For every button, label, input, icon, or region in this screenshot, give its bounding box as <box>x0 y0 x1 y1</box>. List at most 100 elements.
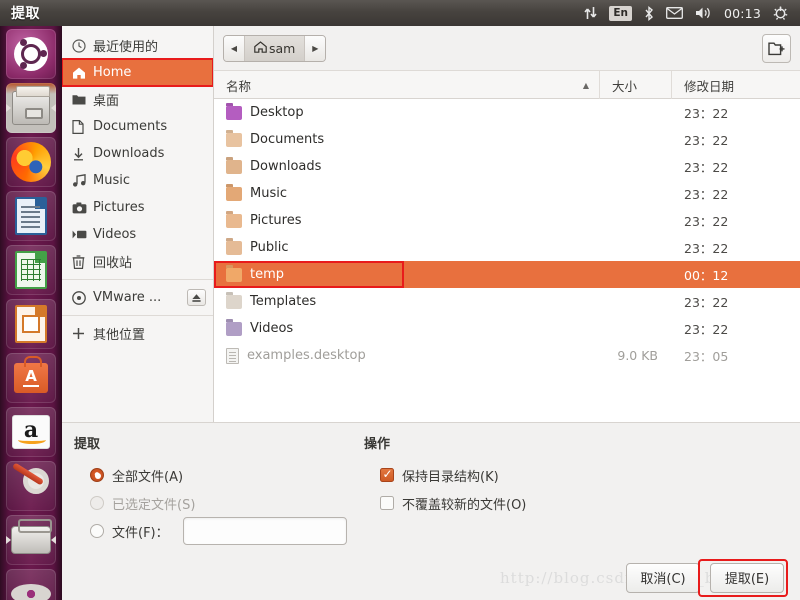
files-pattern-input[interactable] <box>182 517 347 545</box>
cancel-button[interactable]: 取消(C) <box>626 562 700 593</box>
checkbox-keep-structure[interactable]: 保持目录结构(K) <box>364 461 800 489</box>
sidebar-label: Videos <box>93 227 137 242</box>
folder-icon <box>226 105 242 120</box>
extract-button[interactable]: 提取(E) <box>710 562 784 593</box>
radio-files-pattern-label: 文件(F)： <box>112 525 169 541</box>
options-area: 提取 全部文件(A) 已选定文件(S) 文件(F)： 操作 ✓ 保持目录结构(K… <box>62 422 800 555</box>
file-name-cell: Downloads <box>214 159 600 174</box>
back-button[interactable]: ◀ <box>224 35 245 61</box>
home-icon <box>254 40 267 56</box>
file-name-cell: Videos <box>214 321 600 336</box>
file-name-cell: examples.desktop <box>214 347 600 364</box>
keyboard-layout-indicator[interactable]: En <box>603 0 638 26</box>
software-bag-icon: A <box>14 356 48 393</box>
file-name-cell: Templates <box>214 294 600 309</box>
network-icon[interactable] <box>578 0 603 26</box>
file-row[interactable]: Documents 23：22 <box>214 126 800 153</box>
clock[interactable]: 00:13 <box>718 0 767 26</box>
file-row[interactable]: temp 00：12 <box>214 261 800 288</box>
column-header-name[interactable]: 名称 ▲ <box>214 71 600 99</box>
sidebar-item-documents[interactable]: Documents <box>62 113 213 140</box>
launcher-item-ubuntu-dash[interactable] <box>6 29 56 79</box>
disc-icon <box>11 584 51 600</box>
launcher-item-libreoffice-writer[interactable] <box>6 191 56 241</box>
amazon-icon: a <box>12 415 50 449</box>
disc-icon <box>72 290 93 305</box>
sidebar-item-other-locations[interactable]: 其他位置 <box>62 320 213 347</box>
column-header-size[interactable]: 大小 <box>600 71 672 99</box>
column-headers: 名称 ▲ 大小 修改日期 <box>214 71 800 99</box>
desktop-folder-icon <box>72 93 93 106</box>
radio-selected-files-indicator <box>90 496 104 510</box>
file-date-cell: 23：05 <box>684 349 729 364</box>
sidebar-divider <box>62 315 213 316</box>
file-name-label: examples.desktop <box>247 348 366 363</box>
radio-all-files[interactable]: 全部文件(A) <box>74 461 352 489</box>
sidebar-item-music[interactable]: Music <box>62 167 213 194</box>
sidebar-item-pictures[interactable]: Pictures <box>62 194 213 221</box>
power-gear-icon[interactable] <box>767 0 794 26</box>
forward-button[interactable]: ▶ <box>304 35 326 61</box>
launcher-item-libreoffice-impress[interactable] <box>6 299 56 349</box>
gear-wrench-icon <box>11 462 51 504</box>
launcher-item-scanner-device[interactable] <box>6 515 56 565</box>
breadcrumb-current[interactable]: sam <box>245 35 305 61</box>
ubuntu-logo-icon <box>14 37 48 71</box>
sidebar-item-desktop[interactable]: 桌面 <box>62 86 213 113</box>
file-row[interactable]: Public 23：22 <box>214 234 800 261</box>
file-name-label: Downloads <box>250 159 322 174</box>
file-list[interactable]: Desktop 23：22 Documents 23：22 Downloads 23：22… <box>214 99 800 422</box>
file-icon <box>226 347 239 364</box>
bluetooth-icon[interactable] <box>638 0 660 26</box>
top-panel: 提取 En 00:13 <box>0 0 800 26</box>
radio-files-pattern[interactable]: 文件(F)： <box>74 517 352 545</box>
folder-icon <box>226 321 242 336</box>
file-date-cell: 23：22 <box>684 295 729 310</box>
launcher-item-libreoffice-calc[interactable] <box>6 245 56 295</box>
mail-icon[interactable] <box>660 0 689 26</box>
breadcrumb-label: sam <box>269 40 296 56</box>
launcher-item-amazon[interactable]: a <box>6 407 56 457</box>
sort-ascending-icon: ▲ <box>582 80 589 90</box>
actions-group-title: 操作 <box>364 437 391 452</box>
checkbox-no-overwrite-newer-label: 不覆盖较新的文件(O) <box>402 497 527 513</box>
sidebar-item-home[interactable]: Home <box>62 58 213 87</box>
file-row[interactable]: Music 23：22 <box>214 180 800 207</box>
sidebar-item-recent[interactable]: 最近使用的 <box>62 32 213 59</box>
sidebar-item-trash[interactable]: 回收站 <box>62 248 213 275</box>
file-name-label: Videos <box>250 321 294 336</box>
file-name-cell: Music <box>214 186 600 201</box>
launcher-item-disc-media[interactable] <box>6 569 56 600</box>
new-folder-button[interactable] <box>762 33 791 63</box>
launcher-item-firefox[interactable] <box>6 137 56 187</box>
folder-icon <box>226 186 242 201</box>
sidebar-item-videos[interactable]: Videos <box>62 221 213 248</box>
launcher-item-files[interactable] <box>6 83 56 133</box>
clock-icon <box>72 38 93 53</box>
launcher-item-system-settings[interactable] <box>6 461 56 511</box>
sidebar-item-downloads[interactable]: Downloads <box>62 140 213 167</box>
sidebar-label: 桌面 <box>93 94 120 109</box>
document-icon <box>72 119 93 134</box>
file-row[interactable]: Downloads 23：22 <box>214 153 800 180</box>
launcher-item-ubuntu-software[interactable]: A <box>6 353 56 403</box>
file-browser-area: 最近使用的 Home 桌面 Documents Downloads Music … <box>62 26 800 422</box>
column-header-date[interactable]: 修改日期 <box>672 71 800 99</box>
sidebar-item-vmware-drive[interactable]: VMware ... <box>62 284 213 311</box>
checkbox-no-overwrite-newer[interactable]: 不覆盖较新的文件(O) <box>364 489 800 517</box>
file-row[interactable]: Videos 23：22 <box>214 315 800 342</box>
file-date-cell: 23：22 <box>684 322 729 337</box>
file-row[interactable]: Templates 23：22 <box>214 288 800 315</box>
unity-launcher: A a <box>0 26 62 600</box>
eject-button[interactable] <box>187 289 206 306</box>
file-name-cell: Desktop <box>214 105 600 120</box>
file-name-label: Documents <box>250 132 325 147</box>
cancel-button-wrap: 取消(C) <box>618 562 700 593</box>
file-row[interactable]: Pictures 23：22 <box>214 207 800 234</box>
file-row[interactable]: Desktop 23：22 <box>214 99 800 126</box>
file-row[interactable]: examples.desktop 9.0 KB 23：05 <box>214 342 800 369</box>
file-date-cell: 23：22 <box>684 160 729 175</box>
extract-options-group: 提取 全部文件(A) 已选定文件(S) 文件(F)： <box>62 433 352 555</box>
volume-icon[interactable] <box>689 0 718 26</box>
video-icon <box>72 229 93 240</box>
